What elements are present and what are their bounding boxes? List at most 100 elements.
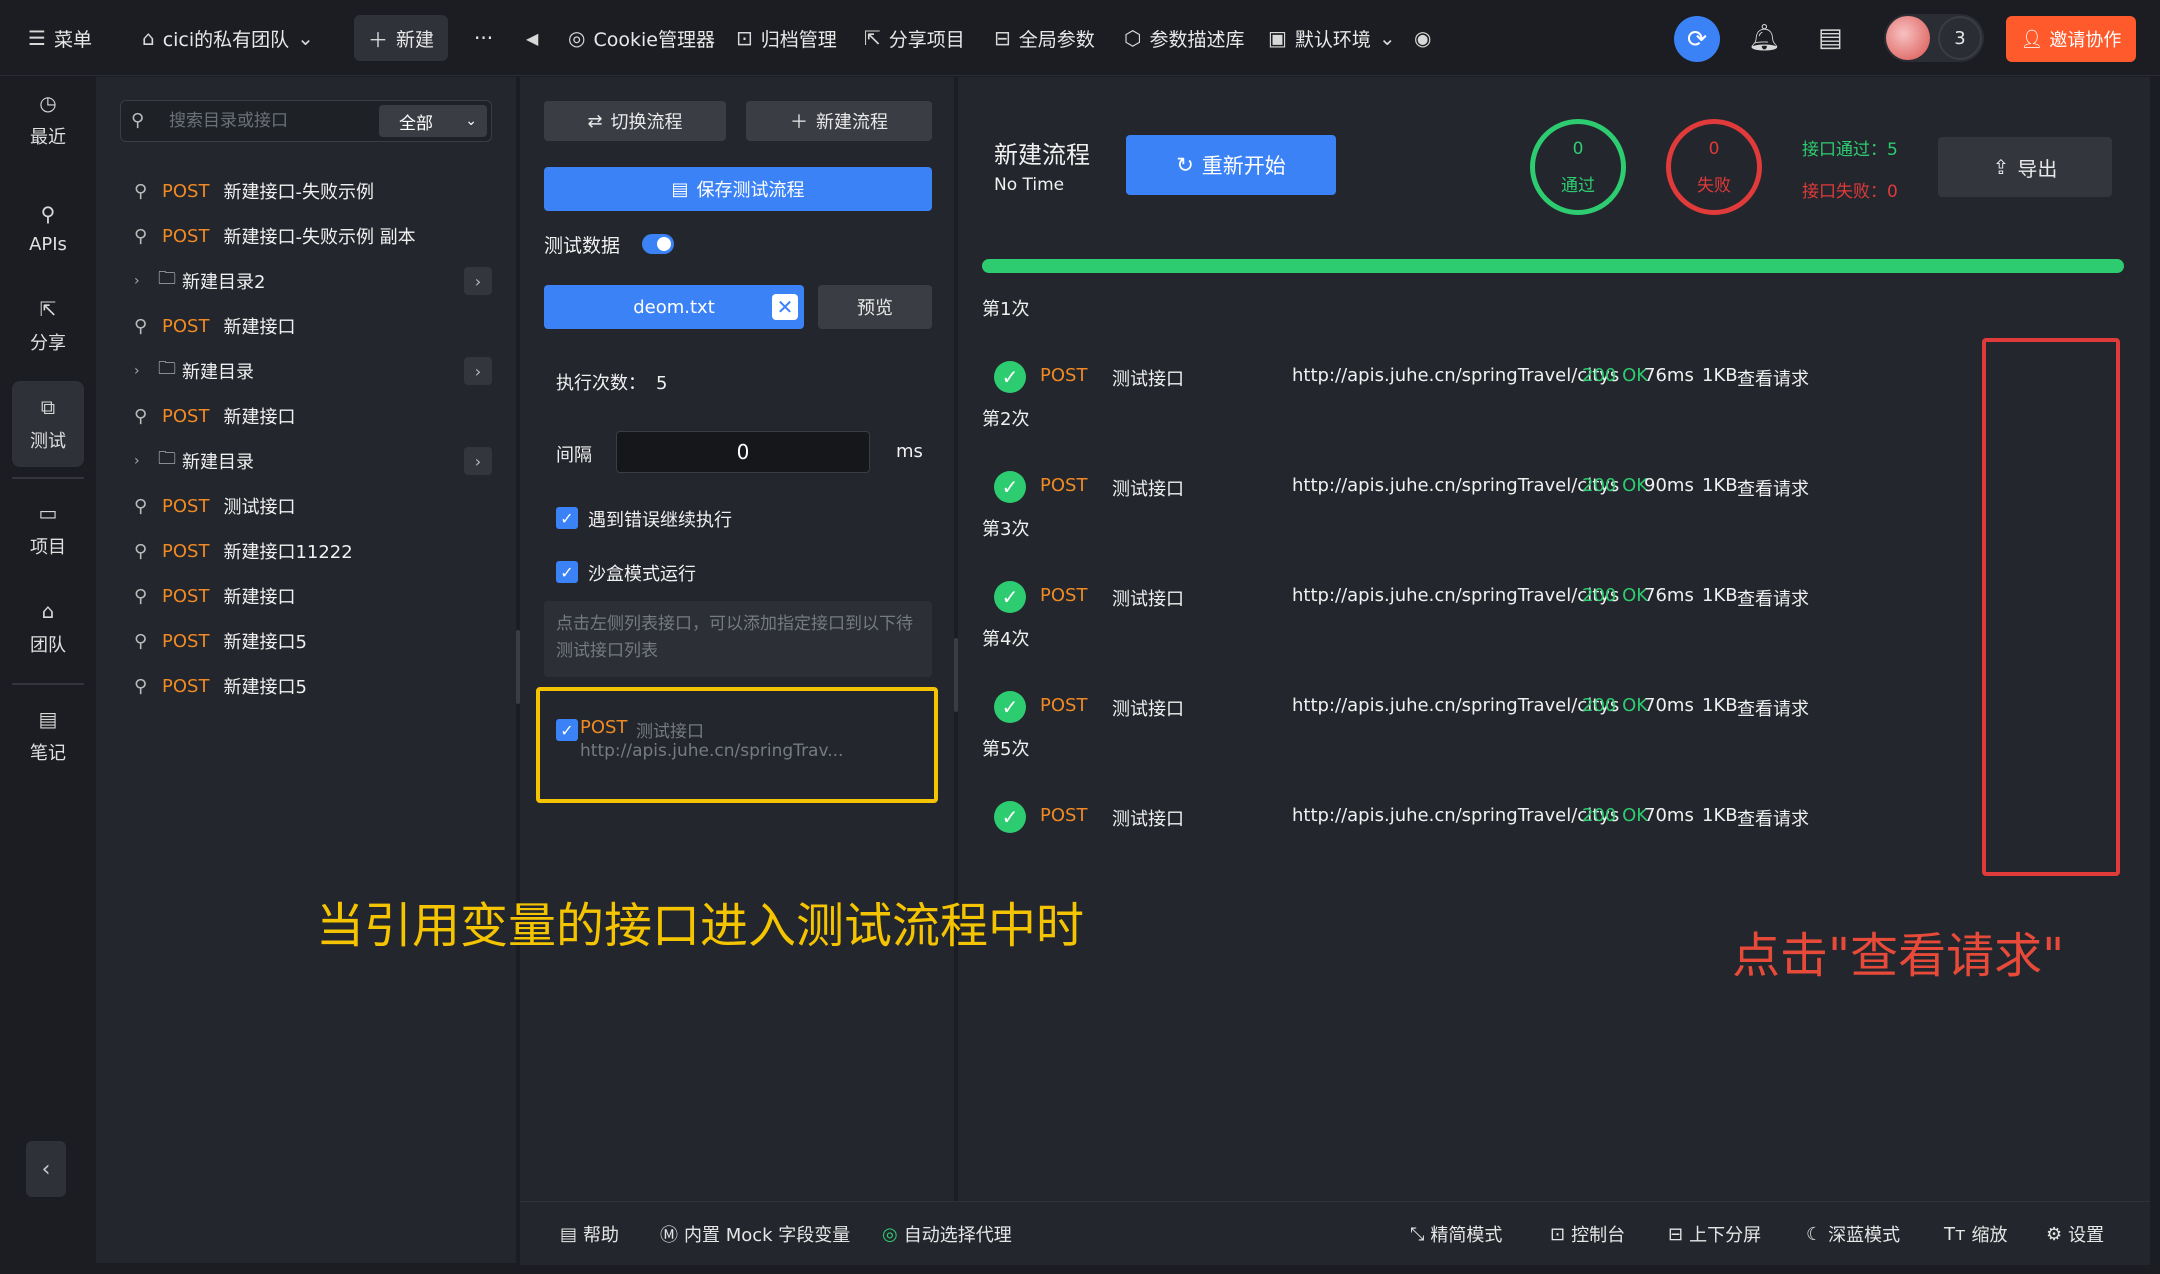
environment-icon: ▣ bbox=[1268, 26, 1287, 50]
console-icon: ⊡ bbox=[1550, 1224, 1565, 1245]
nav-project[interactable]: ▭项目 bbox=[12, 487, 84, 573]
chevron-down-icon: ⌄ bbox=[297, 26, 314, 50]
result-row: ✓POST测试接口http://apis.juhe.cn/springTrave… bbox=[982, 797, 2102, 837]
nav-notes[interactable]: ▤笔记 bbox=[12, 693, 84, 779]
nav-recent[interactable]: ◷最近 bbox=[12, 77, 84, 163]
check-circle-icon: ✓ bbox=[994, 581, 1026, 613]
switch-flow-button[interactable]: ⇄切换流程 bbox=[544, 101, 726, 141]
view-request-link[interactable]: 查看请求 bbox=[1737, 365, 1809, 391]
result-row: ✓POST测试接口http://apis.juhe.cn/springTrave… bbox=[982, 687, 2102, 727]
tree-api-item[interactable]: ⚲POST新建接口-失败示例 副本 bbox=[134, 216, 494, 256]
notifications-button[interactable]: 🔔︎ bbox=[1748, 0, 1781, 76]
tree-api-item[interactable]: ⚲POST新建接口-失败示例 bbox=[134, 171, 494, 211]
test-data-file[interactable]: deom.txt bbox=[544, 285, 804, 329]
global-params-button[interactable]: ⊟全局参数 bbox=[994, 0, 1095, 76]
interval-label: 间隔 bbox=[556, 441, 592, 467]
view-request-link[interactable]: 查看请求 bbox=[1737, 475, 1809, 501]
mock-vars-button[interactable]: Ⓜ内置 Mock 字段变量 bbox=[660, 1202, 850, 1266]
interval-input[interactable] bbox=[616, 431, 870, 473]
split-icon: ⊟ bbox=[1668, 1224, 1683, 1245]
split-view-button[interactable]: ⊟上下分屏 bbox=[1668, 1202, 1761, 1266]
tree-api-item[interactable]: ⚲POST新建接口5 bbox=[134, 666, 494, 706]
param-library-button[interactable]: ⬡参数描述库 bbox=[1124, 0, 1244, 76]
nav-test[interactable]: ⧉测试 bbox=[12, 381, 84, 467]
share-project-button[interactable]: ⇱分享项目 bbox=[864, 0, 965, 76]
view-request-link[interactable]: 查看请求 bbox=[1737, 805, 1809, 831]
preview-button[interactable]: 预览 bbox=[818, 285, 932, 329]
cookie-manager-button[interactable]: ◎Cookie管理器 bbox=[568, 0, 715, 76]
test-data-toggle[interactable] bbox=[642, 234, 674, 254]
scope-select[interactable]: 全部⌄ bbox=[379, 105, 487, 137]
new-button[interactable]: ＋新建 bbox=[354, 15, 448, 61]
export-button[interactable]: ⇪导出 bbox=[1938, 137, 2112, 197]
console-button[interactable]: ⊡控制台 bbox=[1550, 1202, 1625, 1266]
tree-api-item[interactable]: ⚲POST新建接口 bbox=[134, 576, 494, 616]
tree-folder-item[interactable]: ›🗀︎新建目录› bbox=[134, 351, 494, 391]
invite-button[interactable]: 👤︎邀请协作 bbox=[2006, 16, 2136, 62]
tree-folder-item[interactable]: ›🗀︎新建目录2› bbox=[134, 261, 494, 301]
chevron-right-icon: › bbox=[134, 273, 152, 289]
new-flow-button[interactable]: ＋新建流程 bbox=[746, 101, 932, 141]
nav-share[interactable]: ⇱分享 bbox=[12, 283, 84, 369]
note-icon: ▤ bbox=[39, 707, 58, 731]
run-label: 第5次 bbox=[982, 735, 1029, 761]
nav-apis[interactable]: ⚲APIs bbox=[12, 185, 84, 271]
more-button[interactable]: ··· bbox=[474, 0, 493, 76]
notes-button[interactable]: ▤ bbox=[1818, 0, 1843, 76]
archive-button[interactable]: ⊡归档管理 bbox=[736, 0, 837, 76]
collaborators[interactable]: 3 bbox=[1884, 14, 1984, 62]
nav-team[interactable]: ⌂团队 bbox=[12, 585, 84, 671]
expand-folder-button[interactable]: › bbox=[464, 357, 492, 385]
tree-api-item[interactable]: ⚲POST新建接口11222 bbox=[134, 531, 494, 571]
link-icon: ⚲ bbox=[134, 676, 156, 697]
search-box: ⚲ 全部⌄ bbox=[120, 100, 492, 142]
flow-icon: ⧉ bbox=[41, 395, 55, 419]
fail-indicator: 0失败 bbox=[1666, 119, 1762, 215]
eye-icon: ◉ bbox=[1414, 26, 1431, 50]
view-request-link[interactable]: 查看请求 bbox=[1737, 695, 1809, 721]
settings-button[interactable]: ⚙设置 bbox=[2046, 1202, 2104, 1266]
selected-api-item[interactable]: POST 测试接口 http://apis.juhe.cn/springTrav… bbox=[568, 717, 908, 777]
plus-icon: ＋ bbox=[368, 24, 388, 53]
view-environment-button[interactable]: ◉ bbox=[1414, 0, 1431, 76]
expand-folder-button[interactable]: › bbox=[464, 267, 492, 295]
tree-api-item[interactable]: ⚲POST新建接口5 bbox=[134, 621, 494, 661]
flow-config-panel: ⇄切换流程 ＋新建流程 ▤保存测试流程 测试数据 deom.txt ✕ 预览 执… bbox=[520, 77, 954, 1201]
restart-button[interactable]: ↻重新开始 bbox=[1126, 135, 1336, 195]
team-icon: ⌂ bbox=[42, 599, 55, 623]
continue-on-error-checkbox[interactable]: ✓ bbox=[556, 507, 578, 529]
link-icon: ⚲ bbox=[41, 202, 56, 226]
close-icon: ✕ bbox=[777, 295, 794, 319]
sandbox-checkbox[interactable]: ✓ bbox=[556, 561, 578, 583]
left-nav: ◷最近 ⚲APIs ⇱分享 ⧉测试 ▭项目 ⌂团队 ▤笔记 ‹ bbox=[0, 77, 96, 1274]
add-api-hint: 点击左侧列表接口，可以添加指定接口到以下待测试接口列表 bbox=[544, 601, 932, 677]
team-selector[interactable]: ⌂cici的私有团队⌄ bbox=[142, 0, 314, 76]
tree-folder-item[interactable]: ›🗀︎新建目录› bbox=[134, 441, 494, 481]
view-request-link[interactable]: 查看请求 bbox=[1737, 585, 1809, 611]
simple-mode-button[interactable]: ⤡精简模式 bbox=[1410, 1202, 1502, 1266]
environment-select[interactable]: ▣默认环境⌄ bbox=[1268, 0, 1396, 76]
auto-proxy-button[interactable]: ◎自动选择代理 bbox=[882, 1202, 1012, 1266]
expand-folder-button[interactable]: › bbox=[464, 447, 492, 475]
tree-api-item[interactable]: ⚲POST新建接口 bbox=[134, 396, 494, 436]
chevron-left-icon: ‹ bbox=[42, 1157, 51, 1182]
check-icon: ✓ bbox=[560, 509, 573, 528]
search-input[interactable] bbox=[169, 101, 389, 141]
check-circle-icon: ✓ bbox=[994, 801, 1026, 833]
help-button[interactable]: ▤帮助 bbox=[560, 1202, 619, 1266]
sync-button[interactable]: ⟳ bbox=[1674, 16, 1720, 62]
share-icon: ⇱ bbox=[864, 26, 881, 50]
tree-api-item[interactable]: ⚲POST测试接口 bbox=[134, 486, 494, 526]
menu-button[interactable]: ☰菜单 bbox=[28, 0, 92, 76]
user-icon: 👤︎ bbox=[2021, 29, 2044, 50]
interval-unit: ms bbox=[896, 441, 923, 462]
save-flow-button[interactable]: ▤保存测试流程 bbox=[544, 167, 932, 211]
tree-api-item[interactable]: ⚲POST新建接口 bbox=[134, 306, 494, 346]
scroll-left-button[interactable]: ◀ bbox=[526, 0, 538, 76]
collapse-sidebar-button[interactable]: ‹ bbox=[26, 1141, 66, 1197]
avatar[interactable] bbox=[1886, 16, 1930, 60]
remove-file-button[interactable]: ✕ bbox=[772, 294, 798, 320]
link-icon: ⚲ bbox=[134, 586, 156, 607]
zoom-button[interactable]: Tт缩放 bbox=[1944, 1202, 2007, 1266]
dark-mode-button[interactable]: ☾深蓝模式 bbox=[1806, 1202, 1900, 1266]
